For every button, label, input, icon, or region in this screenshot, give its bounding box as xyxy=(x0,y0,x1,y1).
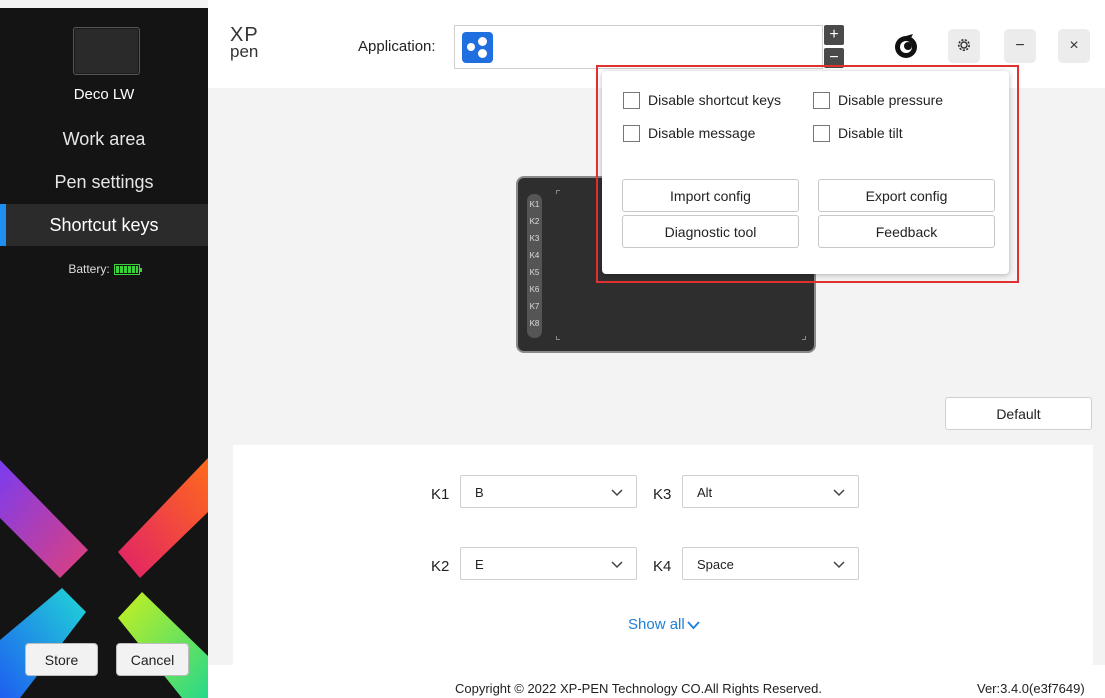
xp-pen-logo: XP pen xyxy=(230,24,259,61)
checkbox-box[interactable] xyxy=(623,92,640,109)
version-text: Ver:3.4.0(e3f7649) xyxy=(977,681,1085,696)
key-select-value: B xyxy=(475,485,484,500)
chevron-down-icon xyxy=(611,489,623,497)
disable-tilt-checkbox[interactable]: Disable tilt xyxy=(813,125,903,142)
chevron-down-icon xyxy=(687,621,700,630)
sidebar-item-label: Shortcut keys xyxy=(49,215,159,235)
store-button[interactable]: Store xyxy=(25,643,98,676)
disable-message-checkbox[interactable]: Disable message xyxy=(623,125,755,142)
copyright-text: Copyright © 2022 XP-PEN Technology CO.Al… xyxy=(455,681,823,696)
tablet-key-label[interactable]: K6 xyxy=(527,285,542,294)
checkbox-box[interactable] xyxy=(813,92,830,109)
key-select-k2[interactable]: E xyxy=(460,547,637,580)
sidebar-item-label: Pen settings xyxy=(54,172,154,192)
diagnostic-tool-button[interactable]: Diagnostic tool xyxy=(622,215,799,248)
checkbox-box[interactable] xyxy=(623,125,640,142)
all-applications-icon xyxy=(462,32,493,63)
sidebar-top-strip xyxy=(0,0,208,8)
tablet-key-label[interactable]: K1 xyxy=(527,200,542,209)
sidebar-item-work-area[interactable]: Work area xyxy=(0,118,208,160)
key-label-k1: K1 xyxy=(431,486,450,503)
minimize-button[interactable]: − xyxy=(1004,29,1036,63)
key-select-k4[interactable]: Space xyxy=(682,547,859,580)
gear-icon xyxy=(958,39,970,51)
feedback-button[interactable]: Feedback xyxy=(818,215,995,248)
sidebar-item-label: Work area xyxy=(62,129,146,149)
device-thumbnail[interactable] xyxy=(73,27,140,75)
key-select-value: Space xyxy=(697,557,734,572)
application-selector[interactable] xyxy=(454,25,823,69)
cancel-button[interactable]: Cancel xyxy=(116,643,189,676)
key-select-k1[interactable]: B xyxy=(460,475,637,508)
tablet-key-label[interactable]: K7 xyxy=(527,302,542,311)
export-config-button[interactable]: Export config xyxy=(818,179,995,212)
tablet-key-label[interactable]: K5 xyxy=(527,268,542,277)
battery-indicator: Battery: xyxy=(0,262,208,276)
sidebar-item-pen-settings[interactable]: Pen settings xyxy=(0,161,208,203)
key-label-k4: K4 xyxy=(653,558,672,575)
key-select-k3[interactable]: Alt xyxy=(682,475,859,508)
add-application-button[interactable]: + xyxy=(824,25,844,45)
chevron-down-icon xyxy=(611,561,623,569)
settings-button[interactable] xyxy=(948,29,980,63)
tablet-key-label[interactable]: K2 xyxy=(527,217,542,226)
tablet-key-label[interactable]: K8 xyxy=(527,319,542,328)
battery-icon xyxy=(113,264,142,275)
battery-label: Battery: xyxy=(68,262,110,276)
checkbox-box[interactable] xyxy=(813,125,830,142)
tablet-shortcut-key-strip: K1 K2 K3 K4 K5 K6 K7 K8 xyxy=(527,194,542,338)
import-config-button[interactable]: Import config xyxy=(622,179,799,212)
settings-popup: Disable shortcut keys Disable pressure D… xyxy=(602,71,1009,274)
application-label: Application: xyxy=(358,38,436,55)
tablet-key-label[interactable]: K4 xyxy=(527,251,542,260)
disable-shortcut-keys-checkbox[interactable]: Disable shortcut keys xyxy=(623,92,781,109)
key-label-k3: K3 xyxy=(653,486,672,503)
show-all-label: Show all xyxy=(628,616,685,633)
key-select-value: E xyxy=(475,557,484,572)
disable-pressure-checkbox[interactable]: Disable pressure xyxy=(813,92,943,109)
key-select-value: Alt xyxy=(697,485,713,500)
chevron-down-icon xyxy=(833,561,845,569)
show-all-link[interactable]: Show all xyxy=(628,616,700,633)
close-button[interactable]: × xyxy=(1058,29,1090,63)
device-name: Deco LW xyxy=(73,86,135,103)
sidebar-item-shortcut-keys[interactable]: Shortcut keys xyxy=(0,204,208,246)
tablet-key-label[interactable]: K3 xyxy=(527,234,542,243)
default-button[interactable]: Default xyxy=(945,397,1092,430)
sidebar: Deco LW Work area Pen settings Shortcut … xyxy=(0,0,208,698)
key-label-k2: K2 xyxy=(431,558,450,575)
chevron-down-icon xyxy=(833,489,845,497)
xp-pen-brand-icon[interactable] xyxy=(892,33,920,61)
